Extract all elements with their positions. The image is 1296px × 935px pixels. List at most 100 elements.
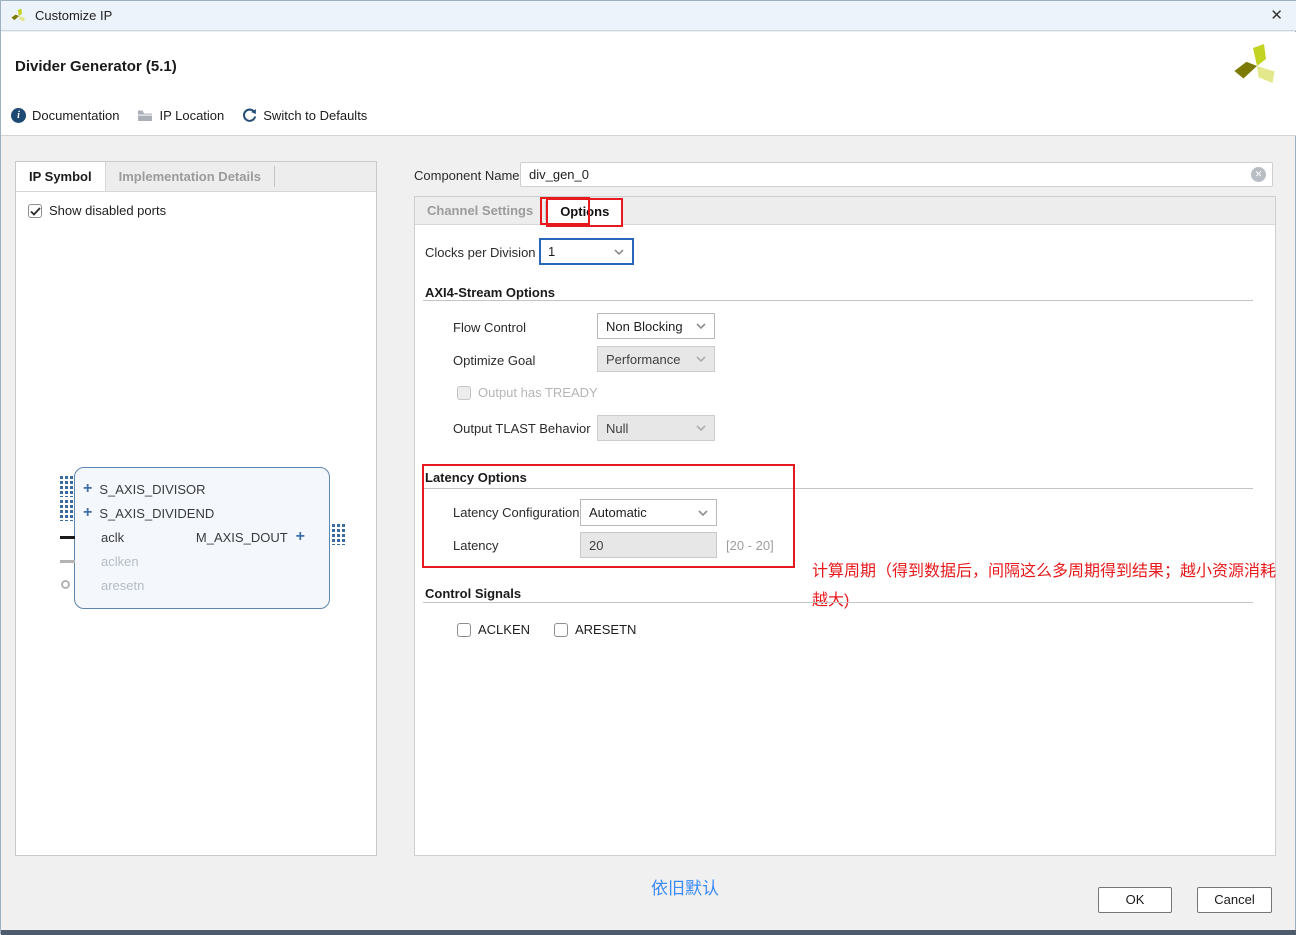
latency-configuration-label: Latency Configuration — [453, 505, 579, 520]
chevron-down-icon — [696, 323, 706, 329]
aresetn-checkbox[interactable]: ARESETN — [554, 622, 636, 637]
output-tlast-behavior-dropdown: Null — [597, 415, 715, 441]
port-row: + S_AXIS_DIVISOR — [83, 479, 206, 499]
port-row: M_AXIS_DOUT + — [196, 527, 305, 547]
port-label: M_AXIS_DOUT — [196, 530, 288, 545]
tab-channel-settings[interactable]: Channel Settings — [415, 197, 545, 224]
switch-to-defaults-button[interactable]: Switch to Defaults — [242, 108, 367, 123]
dropdown-value: Automatic — [589, 505, 647, 520]
latency-value: 20 — [589, 538, 603, 553]
customize-ip-dialog: Customize IP ✕ Divider Generator (5.1) i… — [0, 0, 1296, 934]
output-has-tready-checkbox: Output has TREADY — [457, 385, 598, 400]
tab-options[interactable]: Options — [546, 198, 623, 227]
checkbox-checked[interactable] — [28, 204, 42, 218]
port-label: S_AXIS_DIVISOR — [99, 482, 205, 497]
output-tlast-behavior-label: Output TLAST Behavior — [453, 421, 591, 436]
expand-plus-icon[interactable]: + — [83, 480, 92, 498]
port-row: aclk — [101, 527, 124, 547]
close-icon[interactable]: ✕ — [1270, 1, 1283, 31]
reset-pin-icon — [61, 580, 70, 589]
latency-label: Latency — [453, 538, 499, 553]
port-row: aclken — [101, 551, 139, 571]
blue-annotation-note: 依旧默认 — [651, 874, 719, 899]
folder-icon — [137, 109, 153, 122]
tab-ip-symbol[interactable]: IP Symbol — [16, 162, 106, 191]
bus-port-icon — [60, 500, 73, 521]
show-disabled-ports-label: Show disabled ports — [49, 203, 166, 218]
expand-plus-icon[interactable]: + — [83, 504, 92, 522]
port-row: aresetn — [101, 575, 144, 595]
tab-separator — [274, 166, 275, 187]
documentation-label: Documentation — [32, 108, 119, 123]
output-has-tready-label: Output has TREADY — [478, 385, 598, 400]
settings-tabbar: Channel Settings Options — [415, 197, 1275, 225]
chevron-down-icon — [696, 425, 706, 431]
checkbox-unchecked — [457, 386, 471, 400]
clocks-per-division-dropdown[interactable]: 1 — [539, 238, 634, 265]
info-icon: i — [11, 108, 26, 123]
clear-icon[interactable]: ✕ — [1251, 167, 1266, 182]
clocks-per-division-label: Clocks per Division — [425, 245, 536, 260]
chevron-down-icon — [698, 510, 708, 516]
component-name-input[interactable] — [521, 163, 1241, 186]
ok-button[interactable]: OK — [1098, 887, 1172, 913]
checkbox-unchecked[interactable] — [554, 623, 568, 637]
component-name-label: Component Name — [414, 168, 520, 183]
xilinx-logo-icon — [1233, 42, 1281, 90]
red-annotation-line1: 计算周期（得到数据后，间隔这么多周期得到结果；越小资源消耗 — [812, 557, 1276, 581]
latency-field: 20 — [580, 532, 717, 558]
tab-implementation-details[interactable]: Implementation Details — [106, 162, 274, 191]
component-name-field: ✕ — [520, 162, 1273, 187]
latency-options-section-title: Latency Options — [425, 470, 527, 485]
page-title: Divider Generator (5.1) — [15, 58, 177, 75]
latency-range-hint: [20 - 20] — [726, 538, 774, 553]
flow-control-label: Flow Control — [453, 320, 526, 335]
bus-port-icon — [60, 476, 73, 497]
chevron-down-icon — [614, 249, 624, 255]
port-label: aclken — [101, 554, 139, 569]
section-divider — [423, 300, 1253, 301]
optimize-goal-dropdown: Performance — [597, 346, 715, 372]
section-divider — [423, 602, 1253, 603]
check-icon — [30, 207, 41, 216]
documentation-button[interactable]: i Documentation — [11, 108, 119, 123]
checkbox-unchecked[interactable] — [457, 623, 471, 637]
section-divider — [423, 488, 1253, 489]
port-row: + S_AXIS_DIVIDEND — [83, 503, 214, 523]
settings-tabpanel: Channel Settings Options Clocks per Divi… — [414, 196, 1276, 856]
refresh-icon — [242, 108, 257, 123]
aclken-checkbox[interactable]: ACLKEN — [457, 622, 530, 637]
flow-control-dropdown[interactable]: Non Blocking — [597, 313, 715, 339]
ip-symbol-panel: IP Symbol Implementation Details Show di… — [15, 161, 377, 856]
port-label: S_AXIS_DIVIDEND — [99, 506, 214, 521]
ip-symbol-diagram: + S_AXIS_DIVISOR + S_AXIS_DIVIDEND aclk … — [74, 467, 330, 609]
disabled-pin-icon — [60, 560, 75, 563]
dropdown-value: Non Blocking — [606, 319, 683, 334]
show-disabled-ports-checkbox[interactable]: Show disabled ports — [28, 203, 166, 218]
aclken-label: ACLKEN — [478, 622, 530, 637]
optimize-goal-label: Optimize Goal — [453, 353, 535, 368]
dropdown-value: 1 — [548, 244, 555, 259]
axi4-stream-section-title: AXI4-Stream Options — [425, 285, 555, 300]
dropdown-value: Null — [606, 421, 628, 436]
toolbar: i Documentation IP Location Switch to De… — [11, 108, 367, 123]
aresetn-label: ARESETN — [575, 622, 636, 637]
latency-configuration-dropdown[interactable]: Automatic — [580, 499, 717, 526]
dialog-header: Divider Generator (5.1) i Documentation … — [1, 32, 1296, 136]
control-signals-section-title: Control Signals — [425, 586, 521, 601]
clock-pin-icon — [60, 536, 75, 539]
dropdown-value: Performance — [606, 352, 680, 367]
port-label: aresetn — [101, 578, 144, 593]
expand-plus-icon[interactable]: + — [296, 528, 305, 546]
bus-port-icon — [332, 524, 345, 545]
cancel-button[interactable]: Cancel — [1197, 887, 1272, 913]
title-bar: Customize IP ✕ — [1, 1, 1296, 31]
switch-to-defaults-label: Switch to Defaults — [263, 108, 367, 123]
ip-location-label: IP Location — [159, 108, 224, 123]
ip-location-button[interactable]: IP Location — [137, 108, 224, 123]
left-panel-tabbar: IP Symbol Implementation Details — [16, 162, 376, 192]
red-annotation-line2: 越大) — [812, 586, 849, 610]
background-app-strip — [1, 930, 1296, 935]
xilinx-logo-icon — [11, 8, 27, 24]
window-title: Customize IP — [35, 1, 112, 31]
